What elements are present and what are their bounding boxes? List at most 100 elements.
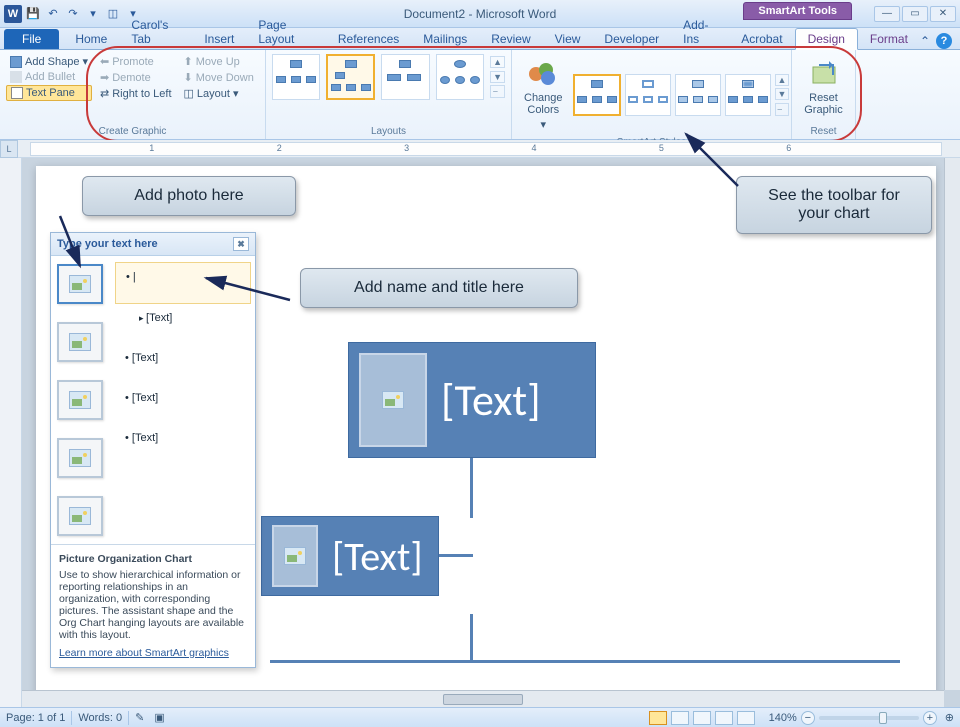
redo-icon[interactable]: ↷ — [64, 5, 82, 23]
ribbon-tabs: File Home Carol's Tab Insert Page Layout… — [0, 28, 960, 50]
tab-home[interactable]: Home — [63, 29, 119, 49]
vertical-ruler — [0, 158, 22, 707]
tab-addins[interactable]: Add-Ins — [671, 15, 729, 49]
text-pane-title: Type your text here — [57, 238, 158, 250]
text-pane-learn-link[interactable]: Learn more about SmartArt graphics — [59, 647, 247, 659]
view-full-screen[interactable] — [671, 711, 689, 725]
promote-button[interactable]: ⬅ Promote — [96, 54, 176, 69]
tab-selector[interactable]: L — [0, 140, 18, 158]
zoom-level[interactable]: 140% — [769, 712, 797, 724]
text-pane[interactable]: Type your text here ✖ | [Text] [Text] [T… — [50, 232, 256, 668]
close-button[interactable]: ✕ — [930, 6, 956, 22]
layout-scroll-down[interactable]: ▼ — [490, 71, 505, 83]
status-words[interactable]: Words: 0 — [78, 712, 122, 724]
vertical-scrollbar[interactable] — [944, 158, 960, 690]
style-option-1[interactable] — [573, 74, 621, 116]
connector-4 — [270, 660, 900, 663]
tab-references[interactable]: References — [326, 29, 411, 49]
status-bar: Page: 1 of 1 Words: 0 ✎ ▣ 140% − + ⊕ — [0, 707, 960, 727]
layout-option-3[interactable] — [381, 54, 429, 100]
style-more[interactable]: ⎯ — [775, 103, 790, 116]
tab-mailings[interactable]: Mailings — [411, 29, 479, 49]
help-icon[interactable]: ? — [936, 33, 952, 49]
group-label-create: Create Graphic — [6, 124, 259, 137]
save-icon[interactable]: 💾 — [24, 5, 42, 23]
horizontal-ruler: L 1 2 3 4 5 6 — [0, 140, 960, 158]
group-label-reset: Reset — [798, 124, 849, 137]
text-pane-button[interactable]: Text Pane — [6, 85, 92, 101]
style-option-2[interactable] — [625, 74, 671, 116]
tab-format[interactable]: Format — [858, 29, 920, 49]
tab-acrobat[interactable]: Acrobat — [729, 29, 794, 49]
layout-button[interactable]: ◫ Layout ▾ — [180, 86, 258, 101]
zoom-out-button[interactable]: − — [801, 711, 815, 725]
style-scroll-down[interactable]: ▼ — [775, 88, 790, 100]
style-option-4[interactable] — [725, 74, 771, 116]
move-down-button[interactable]: ⬇ Move Down — [180, 70, 258, 85]
tab-insert[interactable]: Insert — [192, 29, 246, 49]
restore-button[interactable]: ▭ — [902, 6, 928, 22]
undo-icon[interactable]: ↶ — [44, 5, 62, 23]
callout-toolbar: See the toolbar for your chart — [736, 176, 932, 234]
tab-page-layout[interactable]: Page Layout — [246, 15, 326, 49]
layout-option-1[interactable] — [272, 54, 320, 100]
status-macro-icon[interactable]: ▣ — [154, 711, 164, 724]
tab-review[interactable]: Review — [479, 29, 542, 49]
zoom-fit-icon[interactable]: ⊕ — [945, 711, 954, 724]
text-pane-thumb-3[interactable] — [57, 380, 103, 420]
callout-photo: Add photo here — [82, 176, 296, 216]
text-pane-item-3[interactable]: [Text] — [115, 344, 251, 384]
zoom-in-button[interactable]: + — [923, 711, 937, 725]
text-pane-thumb-1[interactable] — [57, 264, 103, 304]
smartart-picture-2[interactable] — [272, 525, 318, 587]
layout-scroll-up[interactable]: ▲ — [490, 56, 505, 68]
text-pane-thumb-4[interactable] — [57, 438, 103, 478]
text-pane-item-4[interactable]: [Text] — [115, 384, 251, 424]
text-pane-close-icon[interactable]: ✖ — [233, 237, 249, 251]
reset-graphic-button[interactable]: Reset Graphic — [798, 54, 849, 120]
view-draft[interactable] — [737, 711, 755, 725]
context-tab-label: SmartArt Tools — [743, 2, 852, 20]
tab-design[interactable]: Design — [795, 28, 858, 50]
word-icon: W — [4, 5, 22, 23]
view-outline[interactable] — [715, 711, 733, 725]
text-pane-item-2[interactable]: [Text] — [115, 304, 251, 344]
style-scroll-up[interactable]: ▲ — [775, 74, 790, 86]
smartart-picture-1[interactable] — [359, 353, 427, 447]
qat-icon[interactable]: ▾ — [84, 5, 102, 23]
add-shape-button[interactable]: Add Shape ▾ — [6, 54, 92, 69]
change-colors-button[interactable]: Change Colors ▾ — [518, 54, 569, 135]
tab-carols[interactable]: Carol's Tab — [119, 15, 192, 49]
connector-2 — [439, 554, 473, 557]
minimize-button[interactable]: — — [874, 6, 900, 22]
status-page[interactable]: Page: 1 of 1 — [6, 712, 65, 724]
text-pane-thumb-5[interactable] — [57, 496, 103, 536]
style-option-3[interactable] — [675, 74, 721, 116]
status-proof-icon[interactable]: ✎ — [135, 711, 144, 724]
connector — [470, 458, 473, 518]
text-pane-thumb-2[interactable] — [57, 322, 103, 362]
ribbon-minimize-icon[interactable]: ⌃ — [920, 34, 930, 48]
right-to-left-button[interactable]: ⇄ Right to Left — [96, 86, 176, 101]
layout-option-2[interactable] — [326, 54, 375, 100]
ribbon: Add Shape ▾ Add Bullet Text Pane ⬅ Promo… — [0, 50, 960, 140]
view-print-layout[interactable] — [649, 711, 667, 725]
horizontal-scrollbar[interactable] — [22, 690, 944, 707]
text-pane-item-5[interactable]: [Text] — [115, 424, 251, 464]
layout-more[interactable]: ⎯ — [490, 85, 505, 98]
add-bullet-button[interactable]: Add Bullet — [6, 70, 92, 84]
move-up-button[interactable]: ⬆ Move Up — [180, 54, 258, 69]
zoom-slider[interactable] — [819, 716, 919, 720]
text-pane-item-1[interactable]: | — [115, 262, 251, 304]
smartart-node-2[interactable]: [Text] — [261, 516, 439, 596]
view-web[interactable] — [693, 711, 711, 725]
tab-view[interactable]: View — [543, 29, 593, 49]
file-tab[interactable]: File — [4, 29, 59, 49]
tab-developer[interactable]: Developer — [592, 29, 671, 49]
window-title: Document2 - Microsoft Word — [404, 7, 557, 21]
smartart-text-1[interactable]: [Text] — [441, 373, 541, 427]
layout-option-4[interactable] — [436, 54, 484, 100]
smartart-text-2[interactable]: [Text] — [332, 532, 423, 581]
demote-button[interactable]: ➡ Demote — [96, 70, 176, 85]
smartart-node-1[interactable]: [Text] — [348, 342, 596, 458]
